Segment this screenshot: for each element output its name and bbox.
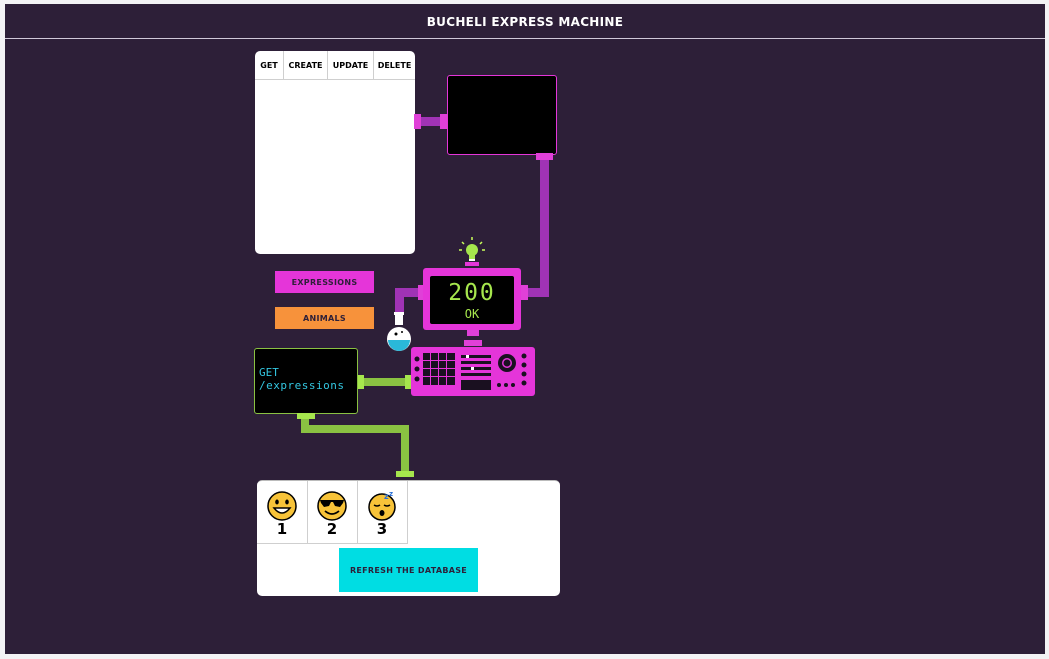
pipe-database-down <box>401 425 409 471</box>
tab-create[interactable]: CREATE <box>284 51 328 79</box>
pipe-joint <box>467 330 479 336</box>
response-screen <box>447 75 557 155</box>
database-panel: 1 2 z z 3 Refresh the Database <box>257 480 560 596</box>
database-item-id: 1 <box>276 520 288 538</box>
pipe-joint <box>464 340 482 346</box>
request-screen: GET /expressions <box>254 348 358 414</box>
pipe-joint <box>521 285 528 300</box>
database-item[interactable]: 2 <box>307 481 358 544</box>
refresh-database-button[interactable]: Refresh the Database <box>339 548 478 592</box>
pipe-response-down <box>540 160 549 296</box>
pipe-joint <box>440 114 447 129</box>
svg-text:z: z <box>389 490 393 498</box>
status-display: 200 OK <box>423 268 521 330</box>
pipe-request-across <box>301 425 409 433</box>
status-text: OK <box>464 307 480 321</box>
pipe-joint <box>405 375 411 389</box>
request-method: GET <box>259 366 279 379</box>
pipe-joint <box>396 471 414 477</box>
app-frame: Bucheli Express Machine GET CREATE UPDAT… <box>5 4 1045 654</box>
flask-icon <box>387 312 411 351</box>
pipe-request-machine <box>364 378 406 386</box>
app-title: Bucheli Express Machine <box>5 4 1045 39</box>
pipe-joint <box>414 114 421 129</box>
database-item-id: 3 <box>376 520 388 538</box>
machine-console <box>411 347 535 396</box>
pipe-joint <box>536 153 553 160</box>
sunglasses-face-icon <box>317 491 347 521</box>
lightbulb-icon <box>459 237 485 266</box>
database-item[interactable]: z z 3 <box>357 481 408 544</box>
tab-update[interactable]: UPDATE <box>328 51 374 79</box>
database-item-id: 2 <box>326 520 338 538</box>
console-controls <box>414 353 527 390</box>
tab-get[interactable]: GET <box>255 51 284 79</box>
tab-delete[interactable]: DELETE <box>374 51 415 79</box>
pipe-response-elbow <box>526 288 549 297</box>
status-code: 200 <box>448 280 496 306</box>
request-path: /expressions <box>259 379 345 392</box>
status-screen: 200 OK <box>430 276 514 324</box>
grinning-face-icon <box>267 491 297 521</box>
database-item[interactable]: 1 <box>257 481 308 544</box>
animals-button[interactable]: Animals <box>275 307 374 329</box>
expressions-button[interactable]: Expressions <box>275 271 374 293</box>
sleeping-face-icon: z z <box>368 490 396 521</box>
crud-panel: GET CREATE UPDATE DELETE <box>255 51 415 254</box>
crud-tabs: GET CREATE UPDATE DELETE <box>255 51 415 80</box>
